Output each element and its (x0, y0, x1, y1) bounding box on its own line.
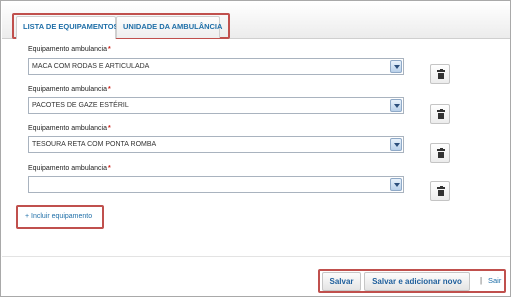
tab-unidade-da-ambulancia[interactable]: UNIDADE DA AMBULÂNCIA (116, 16, 222, 38)
equipment-select-value: PACOTES DE GAZE ESTÉRIL (32, 102, 129, 109)
equipment-select[interactable]: TESOURA RETA COM PONTA ROMBA (28, 136, 404, 153)
equipment-select[interactable]: PACOTES DE GAZE ESTÉRIL (28, 97, 404, 114)
form-window: LISTA DE EQUIPAMENTOS UNIDADE DA AMBULÂN… (0, 0, 511, 297)
equipment-select[interactable] (28, 176, 404, 193)
field-label-text: Equipamento ambulancia (28, 125, 107, 132)
field-label: Equipamento ambulancia* (28, 46, 111, 53)
chevron-down-icon[interactable] (390, 138, 402, 151)
exit-link[interactable]: Sair (488, 276, 501, 285)
field-label-text: Equipamento ambulancia (28, 86, 107, 93)
equipment-select-value: MACA COM RODAS E ARTICULADA (32, 63, 150, 70)
field-label: Equipamento ambulancia* (28, 86, 111, 93)
delete-equipment-button[interactable] (430, 104, 450, 124)
required-mark: * (108, 46, 111, 53)
delete-equipment-button[interactable] (430, 181, 450, 201)
field-label: Equipamento ambulancia* (28, 165, 111, 172)
delete-equipment-button[interactable] (430, 64, 450, 84)
delete-equipment-button[interactable] (430, 143, 450, 163)
field-label-text: Equipamento ambulancia (28, 46, 107, 53)
trash-icon (437, 109, 445, 119)
tab-bar: LISTA DE EQUIPAMENTOS UNIDADE DA AMBULÂN… (2, 2, 510, 39)
save-button[interactable]: Salvar (322, 272, 361, 291)
trash-icon (437, 186, 445, 196)
trash-icon (437, 148, 445, 158)
trash-icon (437, 69, 445, 79)
tab-lista-de-equipamentos[interactable]: LISTA DE EQUIPAMENTOS (16, 16, 119, 39)
footer-separator: | (480, 276, 483, 285)
footer-divider (2, 256, 510, 257)
required-mark: * (108, 165, 111, 172)
required-mark: * (108, 125, 111, 132)
field-label-text: Equipamento ambulancia (28, 165, 107, 172)
field-label: Equipamento ambulancia* (28, 125, 111, 132)
save-and-add-new-button[interactable]: Salvar e adicionar novo (364, 272, 470, 291)
chevron-down-icon[interactable] (390, 99, 402, 112)
add-equipment-link[interactable]: + Incluir equipamento (25, 213, 92, 220)
required-mark: * (108, 86, 111, 93)
chevron-down-icon[interactable] (390, 178, 402, 191)
equipment-select[interactable]: MACA COM RODAS E ARTICULADA (28, 58, 404, 75)
chevron-down-icon[interactable] (390, 60, 402, 73)
equipment-select-value: TESOURA RETA COM PONTA ROMBA (32, 141, 157, 148)
